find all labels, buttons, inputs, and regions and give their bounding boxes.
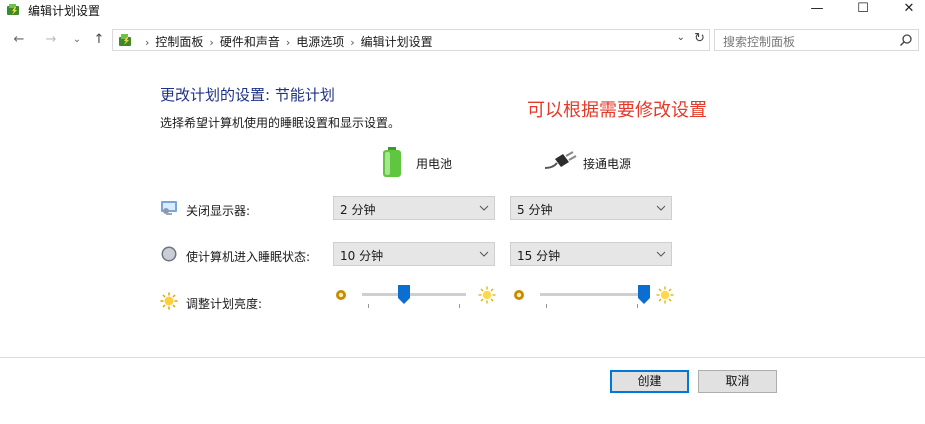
page-title: 更改计划的设置: 节能计划 — [160, 86, 335, 104]
chevron-down-icon — [479, 205, 489, 211]
forward-button[interactable]: → — [42, 30, 60, 50]
brightness-low-icon — [514, 290, 524, 300]
brightness-high-icon — [478, 286, 496, 304]
brightness-label: 调整计划亮度: — [186, 297, 263, 311]
display-off-battery-select[interactable]: 2 分钟 — [333, 196, 495, 220]
breadcrumb-separator-icon[interactable]: › — [209, 36, 213, 49]
breadcrumb-item-hardware-sound[interactable]: 硬件和声音 — [220, 35, 280, 49]
navigation-bar: ← → ⌄ ↑ › 控制面板 › 硬件和声音 › 电源选项 › 编辑计划设置 ⌄ ↻ 搜索控制… — [0, 28, 925, 54]
close-button[interactable]: ✕ — [886, 0, 925, 20]
slider-thumb[interactable] — [397, 285, 410, 304]
annotation-text: 可以根据需要修改设置 — [527, 100, 707, 121]
search-box[interactable]: 搜索控制面板 — [714, 29, 919, 51]
breadcrumb-separator-icon[interactable]: › — [350, 36, 354, 49]
slider-track[interactable] — [362, 293, 466, 296]
breadcrumb-separator-icon[interactable]: › — [286, 36, 290, 49]
chevron-down-icon — [656, 205, 666, 211]
page-description: 选择希望计算机使用的睡眠设置和显示设置。 — [160, 116, 401, 130]
breadcrumb-item-edit-plan[interactable]: 编辑计划设置 — [361, 35, 433, 49]
chevron-down-icon — [479, 251, 489, 257]
address-dropdown-icon[interactable]: ⌄ — [677, 32, 685, 43]
control-panel-icon — [119, 34, 131, 46]
slider-thumb[interactable] — [638, 285, 650, 304]
title-bar: 编辑计划设置 — ☐ ✕ — [0, 0, 925, 20]
recent-locations-button[interactable]: ⌄ — [68, 30, 86, 50]
brightness-high-icon — [656, 286, 674, 304]
battery-column-label: 用电池 — [416, 157, 453, 171]
slider-tick — [637, 304, 638, 308]
plugged-in-column-label: 接通电源 — [583, 157, 632, 171]
refresh-icon[interactable]: ↻ — [694, 31, 705, 46]
sleep-battery-select[interactable]: 10 分钟 — [333, 242, 495, 266]
slider-track[interactable] — [540, 293, 644, 296]
search-input[interactable]: 搜索控制面板 — [723, 33, 795, 50]
display-off-label: 关闭显示器: — [186, 204, 251, 218]
battery-icon — [383, 147, 401, 177]
breadcrumb: › 控制面板 › 硬件和声音 › 电源选项 › 编辑计划设置 — [139, 33, 433, 50]
brightness-low-icon — [336, 290, 346, 300]
search-icon[interactable] — [899, 33, 913, 47]
brightness-battery-slider[interactable] — [334, 282, 498, 314]
display-icon — [161, 201, 177, 215]
power-plug-icon — [545, 151, 577, 169]
sleep-label: 使计算机进入睡眠状态: — [186, 250, 311, 264]
back-button[interactable]: ← — [10, 30, 28, 50]
display-off-plugged-select[interactable]: 5 分钟 — [510, 196, 672, 220]
slider-tick — [546, 304, 547, 308]
create-button[interactable]: 创建 — [610, 370, 689, 393]
up-button[interactable]: ↑ — [90, 30, 108, 50]
cancel-button[interactable]: 取消 — [698, 370, 777, 393]
sleep-plugged-value: 15 分钟 — [517, 249, 561, 263]
power-plan-icon — [7, 4, 19, 15]
slider-tick — [368, 304, 369, 308]
display-off-plugged-value: 5 分钟 — [517, 203, 553, 217]
slider-tick — [459, 304, 460, 308]
breadcrumb-separator-icon: › — [145, 36, 150, 49]
footer-divider — [0, 357, 925, 358]
minimize-button[interactable]: — — [794, 0, 840, 20]
sleep-battery-value: 10 分钟 — [340, 249, 384, 263]
window-title: 编辑计划设置 — [28, 4, 101, 18]
maximize-button[interactable]: ☐ — [840, 0, 886, 20]
address-bar[interactable]: › 控制面板 › 硬件和声音 › 电源选项 › 编辑计划设置 ⌄ ↻ — [112, 29, 710, 51]
sleep-moon-icon — [161, 246, 177, 262]
brightness-icon — [160, 292, 178, 310]
brightness-plugged-slider[interactable] — [512, 282, 676, 314]
chevron-down-icon — [656, 251, 666, 257]
sleep-plugged-select[interactable]: 15 分钟 — [510, 242, 672, 266]
display-off-battery-value: 2 分钟 — [340, 203, 376, 217]
breadcrumb-item-power-options[interactable]: 电源选项 — [296, 35, 344, 49]
breadcrumb-item-control-panel[interactable]: 控制面板 — [155, 35, 203, 49]
